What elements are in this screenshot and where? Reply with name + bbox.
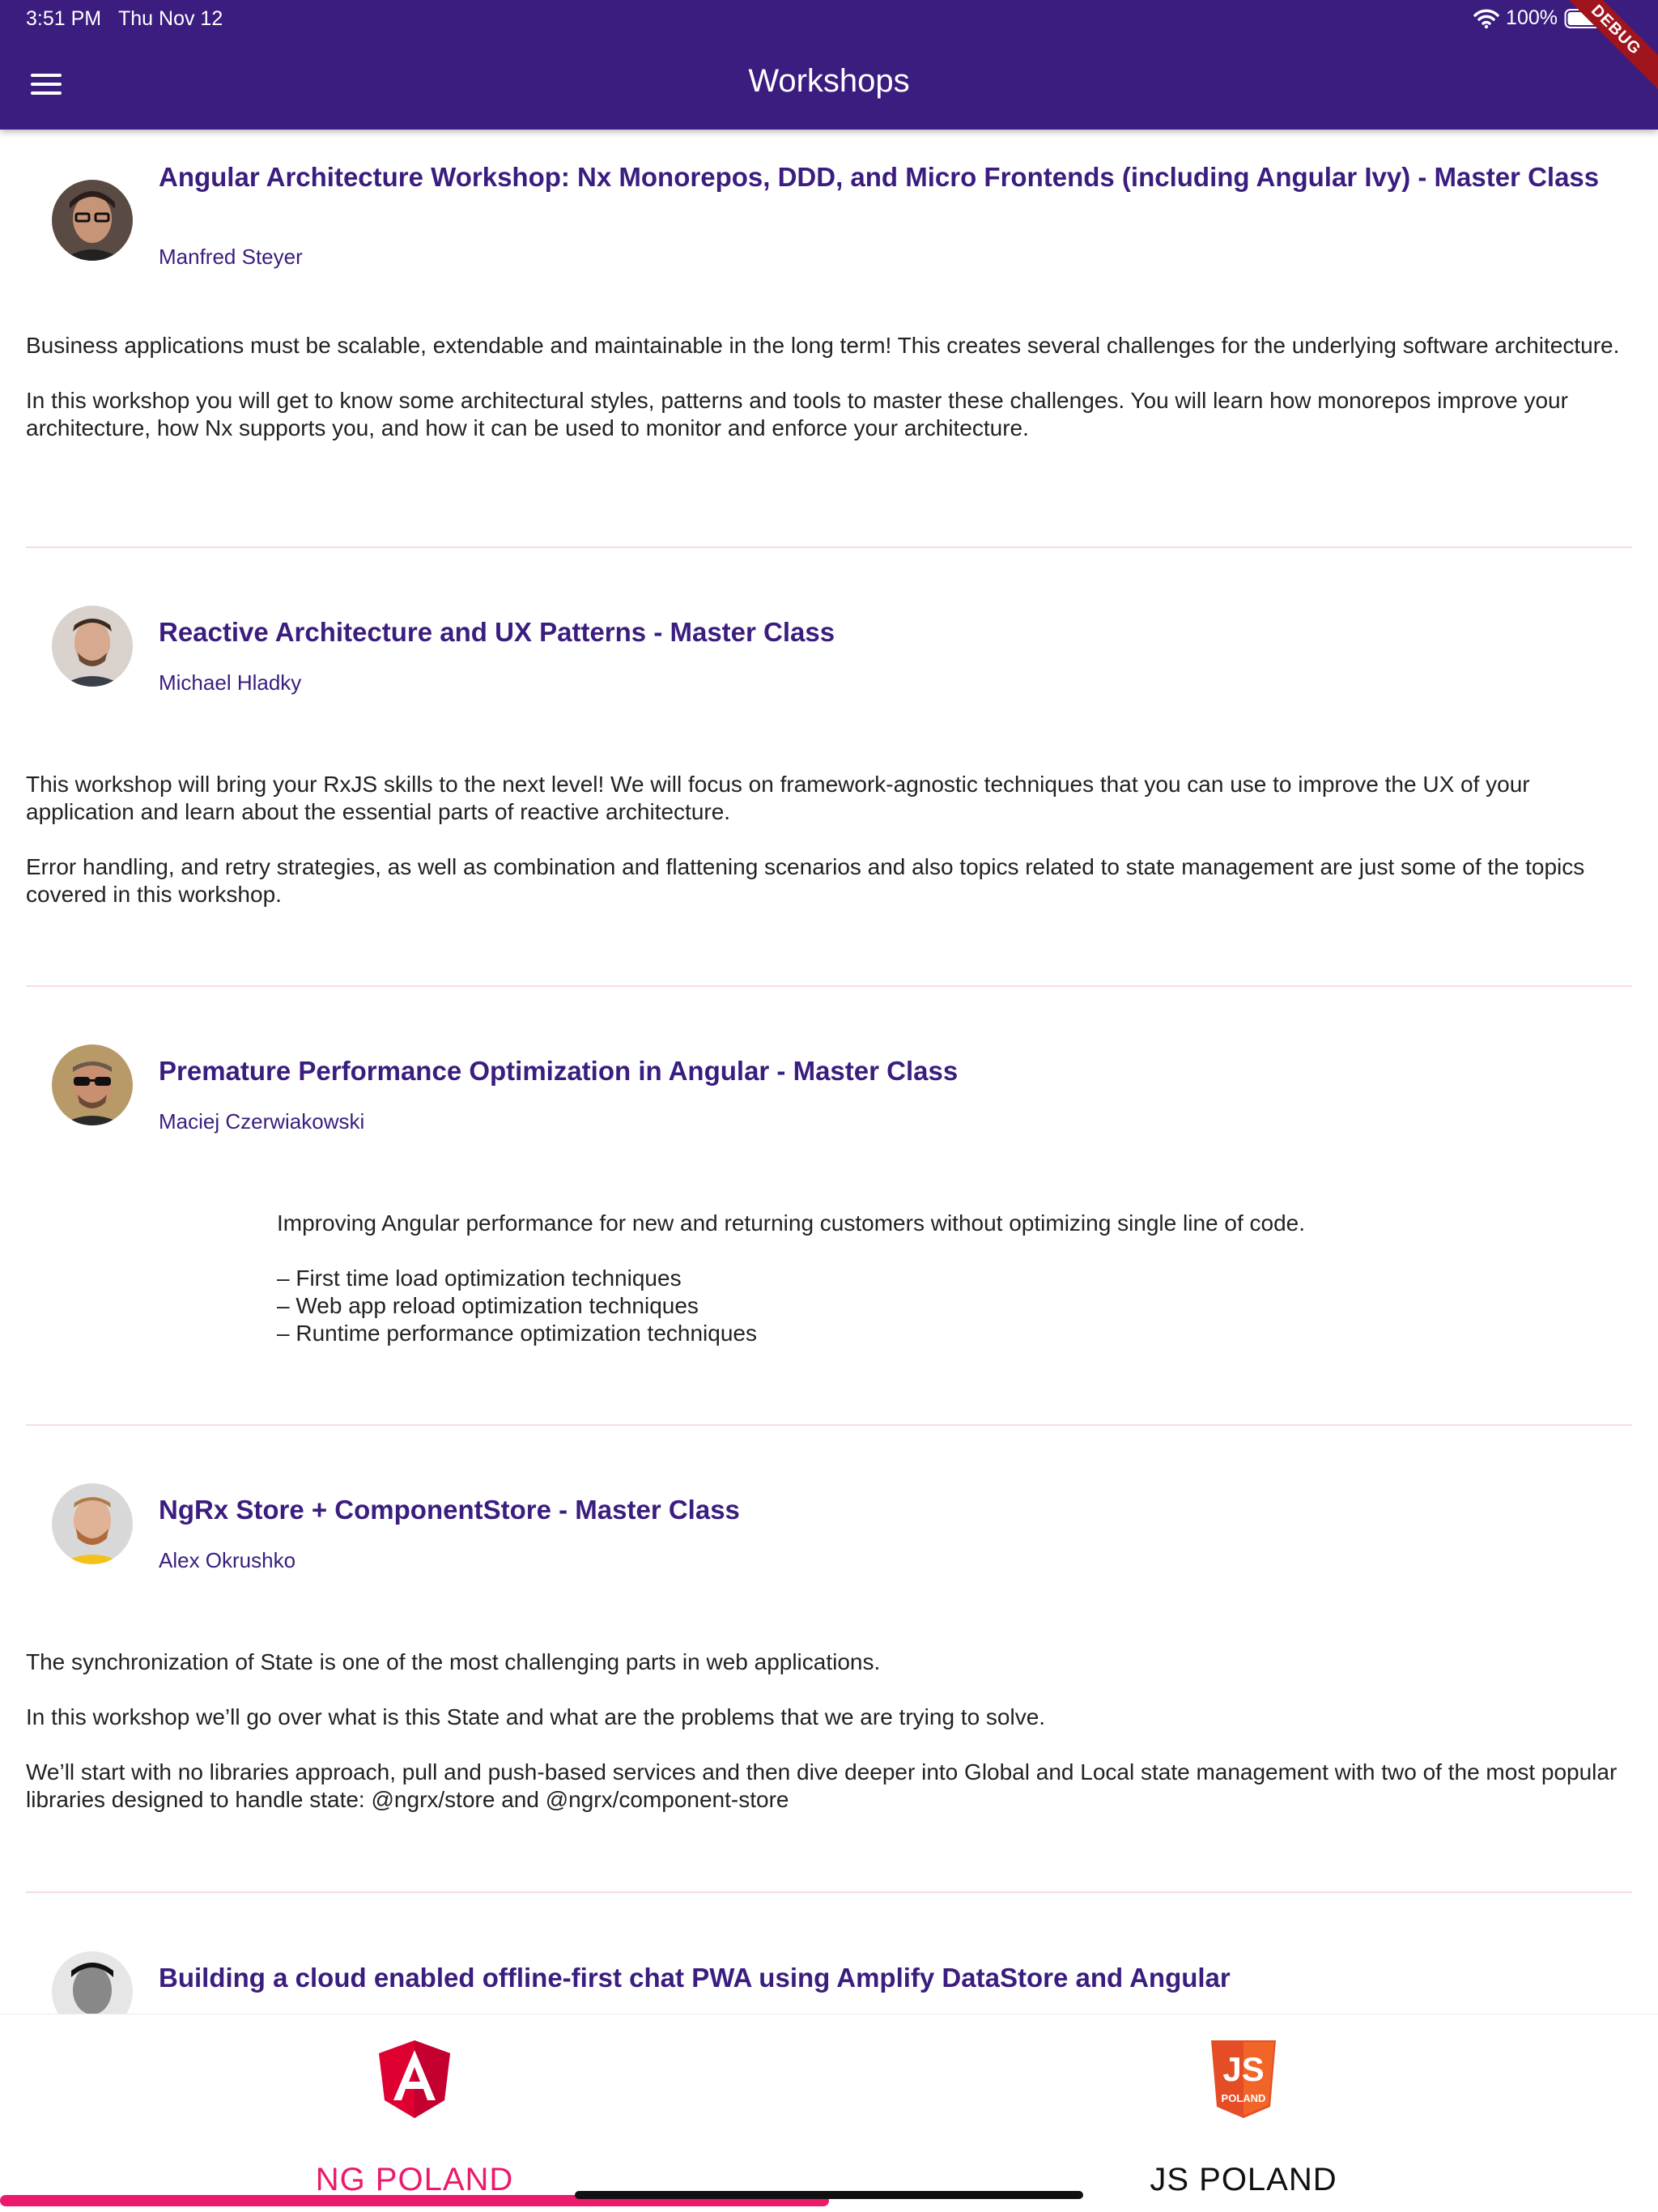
nav-item-js-poland[interactable]: JS POLAND JS POLAND	[829, 2014, 1658, 2212]
workshop-description: This workshop will bring your RxJS skill…	[26, 771, 1632, 936]
js-logo-caption: POLAND	[1222, 2092, 1266, 2104]
workshop-title[interactable]: NgRx Store + ComponentStore - Master Cla…	[159, 1495, 1600, 1525]
workshop-speaker: Alex Okrushko	[159, 1548, 296, 1572]
app-bar: 3:51 PM Thu Nov 12 100% Workshops DEBUG	[0, 0, 1658, 130]
home-indicator[interactable]	[575, 2191, 1083, 2199]
workshop-speaker: Manfred Steyer	[159, 245, 303, 269]
divider	[26, 1891, 1632, 1893]
speaker-avatar	[52, 1951, 133, 2014]
speaker-avatar	[52, 1483, 133, 1564]
description-paragraph: Improving Angular performance for new an…	[277, 1210, 1305, 1236]
description-paragraph: The synchronization of State is one of t…	[26, 1649, 881, 1674]
battery-percent: 100%	[1506, 6, 1558, 29]
js-logo-icon: JS POLAND	[1211, 2040, 1276, 2118]
workshop-description: Business applications must be scalable, …	[26, 332, 1632, 470]
description-paragraph: In this workshop we’ll go over what is t…	[26, 1704, 1046, 1729]
description-paragraph: Business applications must be scalable, …	[26, 333, 1620, 358]
workshop-speaker: Maciej Czerwiakowski	[159, 1109, 365, 1134]
divider	[26, 1424, 1632, 1426]
workshop-card[interactable]: Reactive Architecture and UX Patterns - …	[26, 559, 1632, 988]
workshop-card[interactable]: NgRx Store + ComponentStore - Master Cla…	[26, 1436, 1632, 1890]
description-paragraph: This workshop will bring your RxJS skill…	[26, 772, 1530, 824]
bullet-item: – Web app reload optimization techniques	[277, 1293, 699, 1318]
workshop-title[interactable]: Building a cloud enabled offline-first c…	[159, 1963, 1600, 1993]
workshop-list[interactable]: Angular Architecture Workshop: Nx Monore…	[0, 130, 1658, 2014]
divider	[26, 985, 1632, 987]
page-title: Workshops	[748, 63, 910, 99]
workshop-title[interactable]: Reactive Architecture and UX Patterns - …	[159, 617, 1600, 648]
workshop-title[interactable]: Angular Architecture Workshop: Nx Monore…	[159, 162, 1600, 193]
speaker-avatar	[52, 180, 133, 261]
wifi-icon	[1473, 9, 1499, 28]
bullet-item: – Runtime performance optimization techn…	[277, 1321, 757, 1346]
bullet-item: – First time load optimization technique…	[277, 1266, 682, 1291]
divider	[26, 547, 1632, 548]
description-paragraph: In this workshop you will get to know so…	[26, 388, 1568, 440]
status-time: 3:51 PM	[26, 7, 102, 30]
workshop-description: Improving Angular performance for new an…	[277, 1210, 1572, 1347]
workshop-description: The synchronization of State is one of t…	[26, 1648, 1632, 1841]
workshop-card[interactable]: Building a cloud enabled offline-first c…	[26, 1904, 1632, 2014]
speaker-avatar	[52, 606, 133, 687]
speaker-avatar	[52, 1044, 133, 1125]
status-date: Thu Nov 12	[118, 7, 223, 30]
workshop-title[interactable]: Premature Performance Optimization in An…	[159, 1056, 1600, 1087]
workshops-screen: 3:51 PM Thu Nov 12 100% Workshops DEBUG	[0, 0, 1658, 2212]
svg-text:JS: JS	[1222, 2050, 1264, 2088]
workshop-card[interactable]: Premature Performance Optimization in An…	[26, 998, 1632, 1427]
description-paragraph: Error handling, and retry strategies, as…	[26, 854, 1585, 907]
description-paragraph: We’ll start with no libraries approach, …	[26, 1759, 1618, 1812]
nav-item-ng-poland[interactable]: NG POLAND	[0, 2014, 829, 2212]
angular-logo-icon	[379, 2040, 450, 2118]
bottom-navigation: NG POLAND JS POLAND JS POLAND	[0, 2014, 1658, 2212]
workshop-card[interactable]: Angular Architecture Workshop: Nx Monore…	[26, 130, 1632, 551]
workshop-speaker: Michael Hladky	[159, 670, 302, 695]
